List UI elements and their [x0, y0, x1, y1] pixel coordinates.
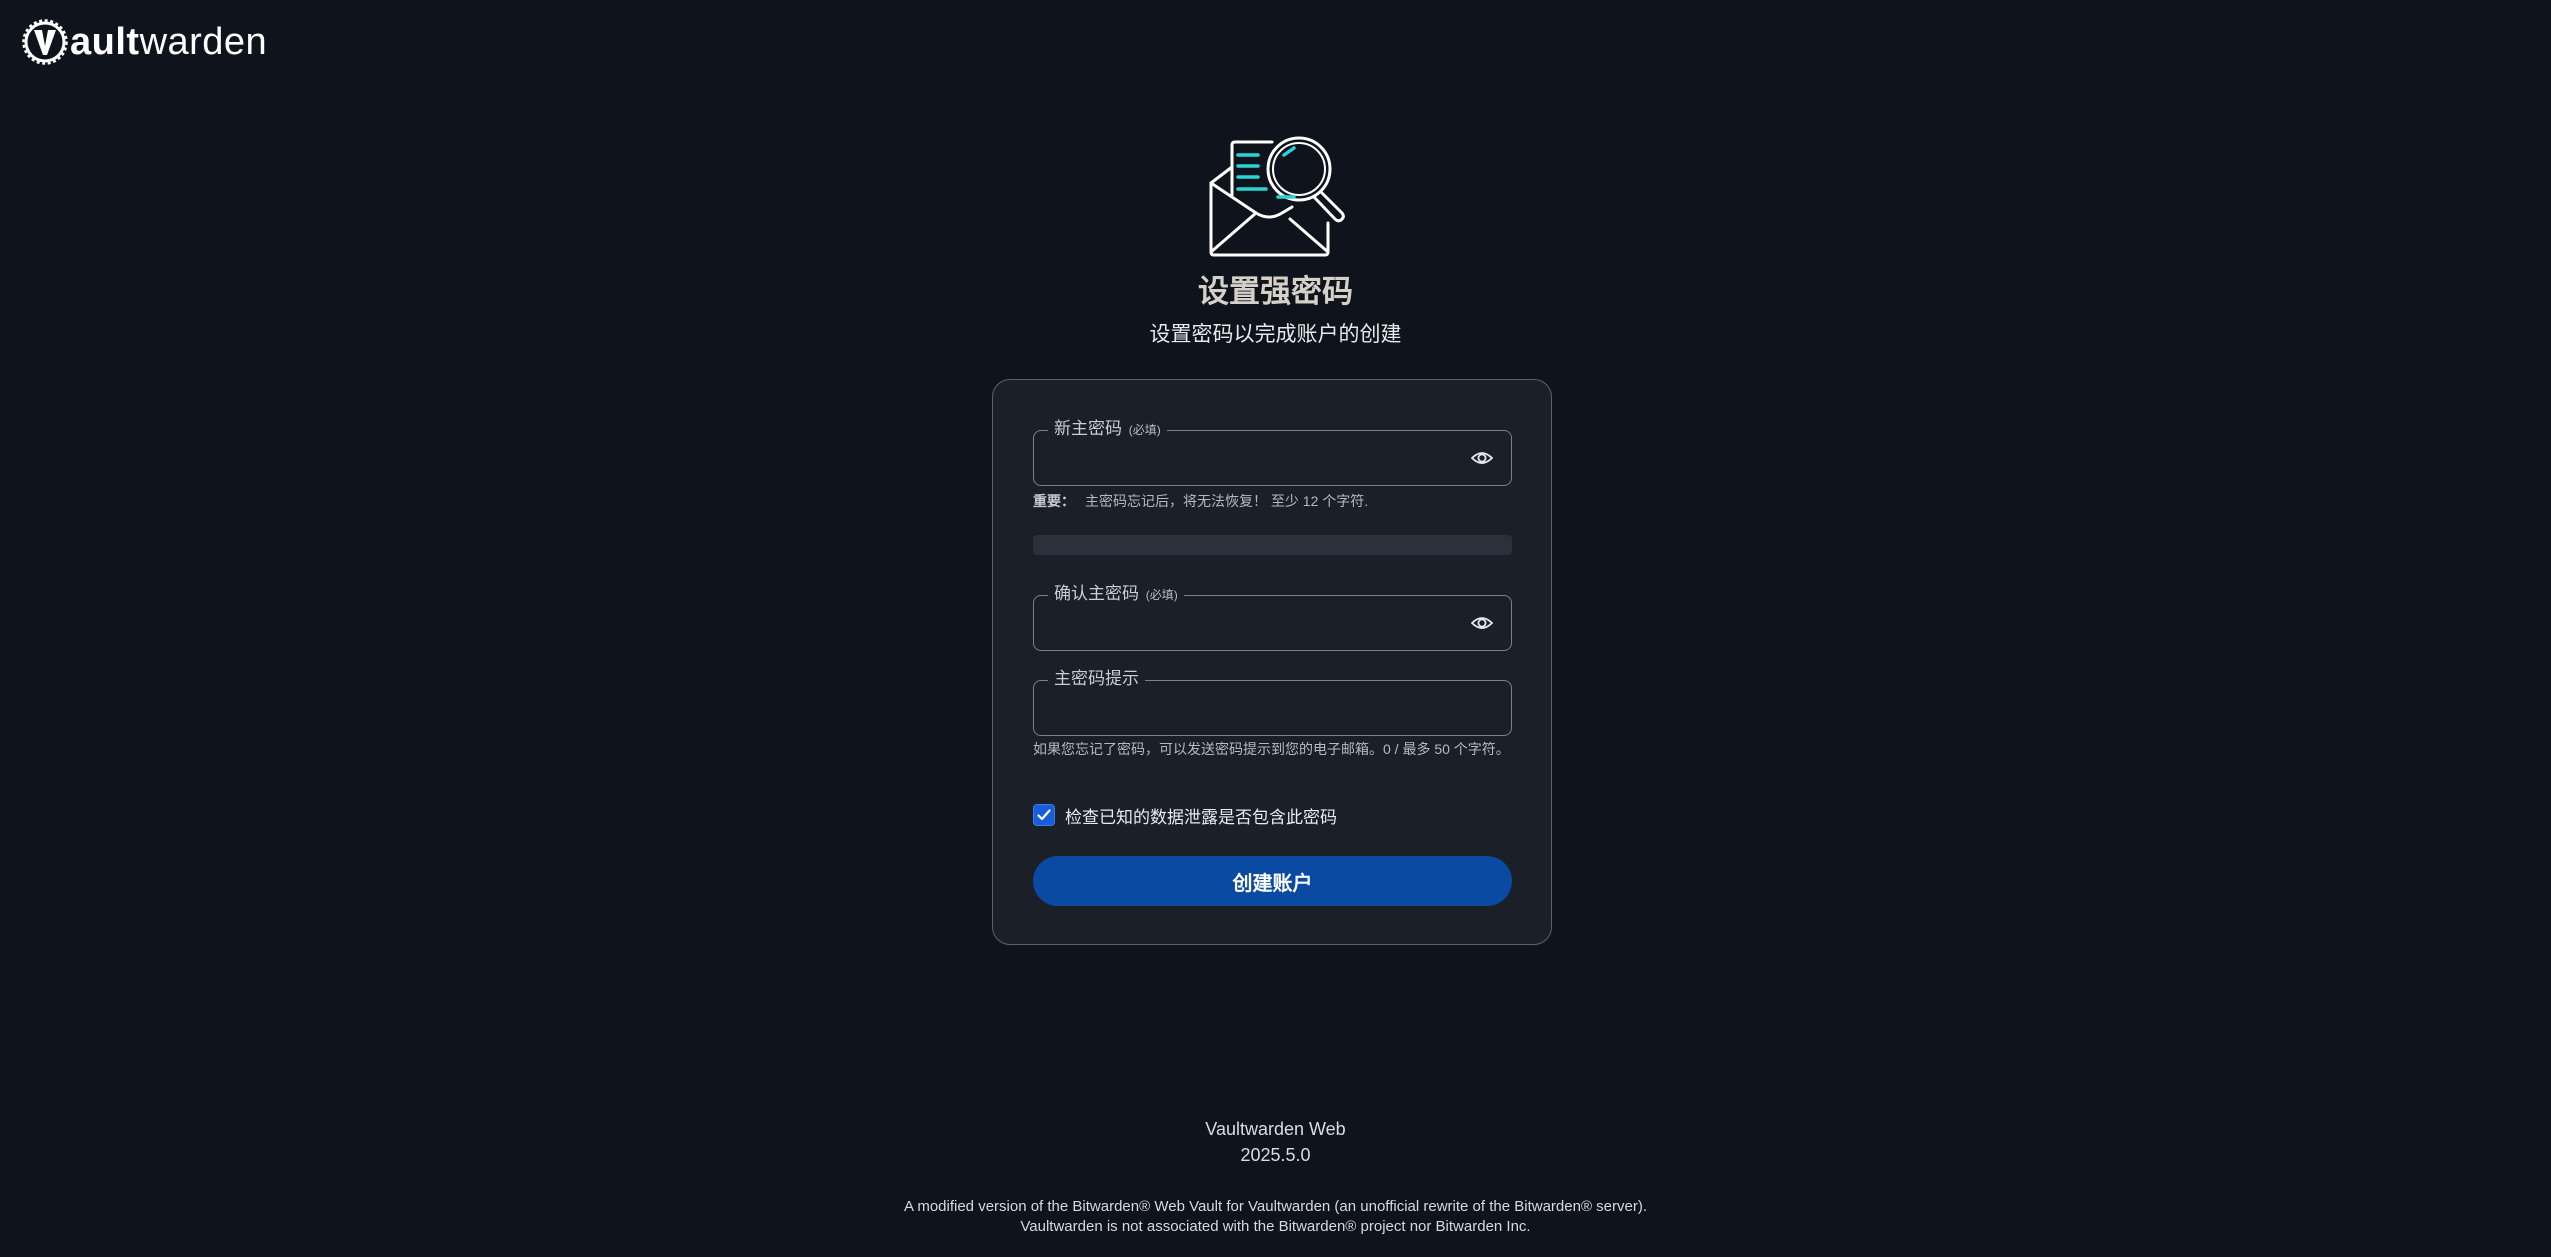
password-hint-label: 主密码提示: [1048, 668, 1145, 690]
footer-note-line2: Vaultwarden is not associated with the B…: [1020, 1218, 1531, 1235]
new-password-label: 新主密码 (必填): [1048, 418, 1167, 441]
vaultwarden-logo[interactable]: aultwarden: [22, 18, 267, 66]
breach-check-label: 检查已知的数据泄露是否包含此密码: [1065, 807, 1337, 827]
breach-check-row[interactable]: 检查已知的数据泄露是否包含此密码: [1033, 803, 1337, 827]
page-subtitle: 设置密码以完成账户的创建: [1149, 323, 1402, 346]
vaultwarden-gear-logo-icon: [22, 19, 68, 65]
eye-icon[interactable]: [1471, 614, 1493, 632]
create-account-button[interactable]: 创建账户: [1033, 856, 1512, 906]
footer-version: 2025.5.0: [1240, 1145, 1311, 1165]
confirm-password-input[interactable]: [1048, 608, 1448, 638]
eye-icon[interactable]: [1471, 449, 1493, 467]
breach-check-checkbox[interactable]: [1033, 804, 1055, 826]
new-password-input[interactable]: [1048, 443, 1448, 473]
confirm-password-label: 确认主密码 (必填): [1048, 583, 1184, 606]
checkmark-icon: [1037, 809, 1051, 821]
set-password-card: 新主密码 (必填) 重要： 主密码忘记后，将无法恢复！ 至少 12 个字符. 确认…: [992, 379, 1552, 945]
footer-app-name: Vaultwarden Web: [1205, 1119, 1346, 1139]
logo-wordmark: aultwarden: [70, 21, 268, 63]
password-strength-bar: [1033, 535, 1512, 555]
important-hint: 重要： 主密码忘记后，将无法恢复！ 至少 12 个字符.: [1033, 493, 1369, 509]
password-hint-input[interactable]: [1048, 693, 1448, 723]
envelope-magnifier-icon: [1209, 136, 1345, 257]
page-title: 设置强密码: [1198, 274, 1353, 309]
new-password-field[interactable]: 新主密码 (必填): [1033, 418, 1512, 486]
confirm-password-field[interactable]: 确认主密码 (必填): [1033, 583, 1512, 651]
password-hint-field[interactable]: 主密码提示: [1033, 668, 1512, 736]
footer-note-line1: A modified version of the Bitwarden® Web…: [903, 1198, 1648, 1215]
password-hint-help: 如果您忘记了密码，可以发送密码提示到您的电子邮箱。0 / 最多 50 个字符。: [1033, 741, 1510, 757]
